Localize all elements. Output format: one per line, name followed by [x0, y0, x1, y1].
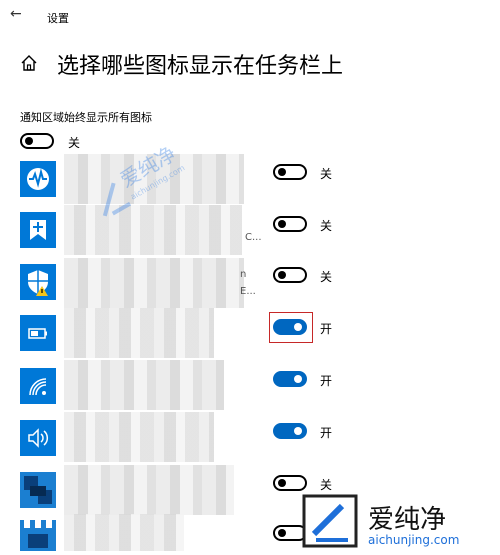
security-shield-warning-icon [20, 264, 56, 300]
toggle-knob [278, 271, 286, 279]
watermark-name: 爱纯净 [368, 505, 446, 535]
app-state-6: 开 [320, 426, 333, 440]
toggle-knob [294, 375, 302, 383]
app-name-blurred [64, 412, 214, 462]
wifi-icon [20, 368, 56, 404]
app-toggle-7[interactable] [273, 475, 307, 491]
toggle-knob [278, 168, 286, 176]
toggle-knob [294, 427, 302, 435]
app-tile-icon [20, 472, 56, 508]
app-state-4: 开 [320, 322, 333, 336]
watermark-logo-faint: 爱纯净 aichunjing.com [78, 130, 208, 230]
highlight-frame [269, 312, 313, 343]
app-name-blurred [64, 514, 184, 551]
app-name-blurred [64, 360, 224, 410]
volume-icon [20, 420, 56, 456]
back-arrow-icon[interactable]: ← [10, 6, 26, 22]
app-name-tail: C... [245, 232, 262, 243]
always-show-label: 通知区域始终显示所有图标 [20, 111, 152, 124]
app-name-blurred [64, 258, 244, 308]
app-state-1: 关 [320, 167, 333, 181]
app-name-blurred [64, 465, 234, 515]
home-icon[interactable] [20, 54, 38, 72]
app-name-blurred [64, 308, 214, 358]
app-toggle-1[interactable] [273, 164, 307, 180]
watermark-url: aichunjing.com [368, 533, 459, 547]
app-state-2: 关 [320, 219, 333, 233]
app-tile-icon [20, 520, 56, 551]
bookmark-shield-icon [20, 212, 56, 248]
toggle-knob [278, 529, 286, 537]
app-state-7: 关 [320, 478, 333, 492]
app-toggle-6[interactable] [273, 423, 307, 439]
watermark-logo: 爱纯净 aichunjing.com [298, 492, 500, 551]
activity-pulse-icon [20, 161, 56, 197]
window-title: 设置 [47, 12, 69, 25]
toggle-knob [278, 479, 286, 487]
toggle-knob [278, 220, 286, 228]
toggle-knob [25, 137, 33, 145]
app-state-3: 关 [320, 270, 333, 284]
app-toggle-2[interactable] [273, 216, 307, 232]
app-toggle-5[interactable] [273, 371, 307, 387]
app-name-tail: n E... [240, 269, 256, 297]
always-show-toggle[interactable] [20, 133, 54, 149]
app-state-5: 开 [320, 374, 333, 388]
app-toggle-3[interactable] [273, 267, 307, 283]
title-bar: ← 设置 [0, 0, 500, 34]
page-title: 选择哪些图标显示在任务栏上 [57, 54, 344, 79]
battery-icon [20, 315, 56, 351]
